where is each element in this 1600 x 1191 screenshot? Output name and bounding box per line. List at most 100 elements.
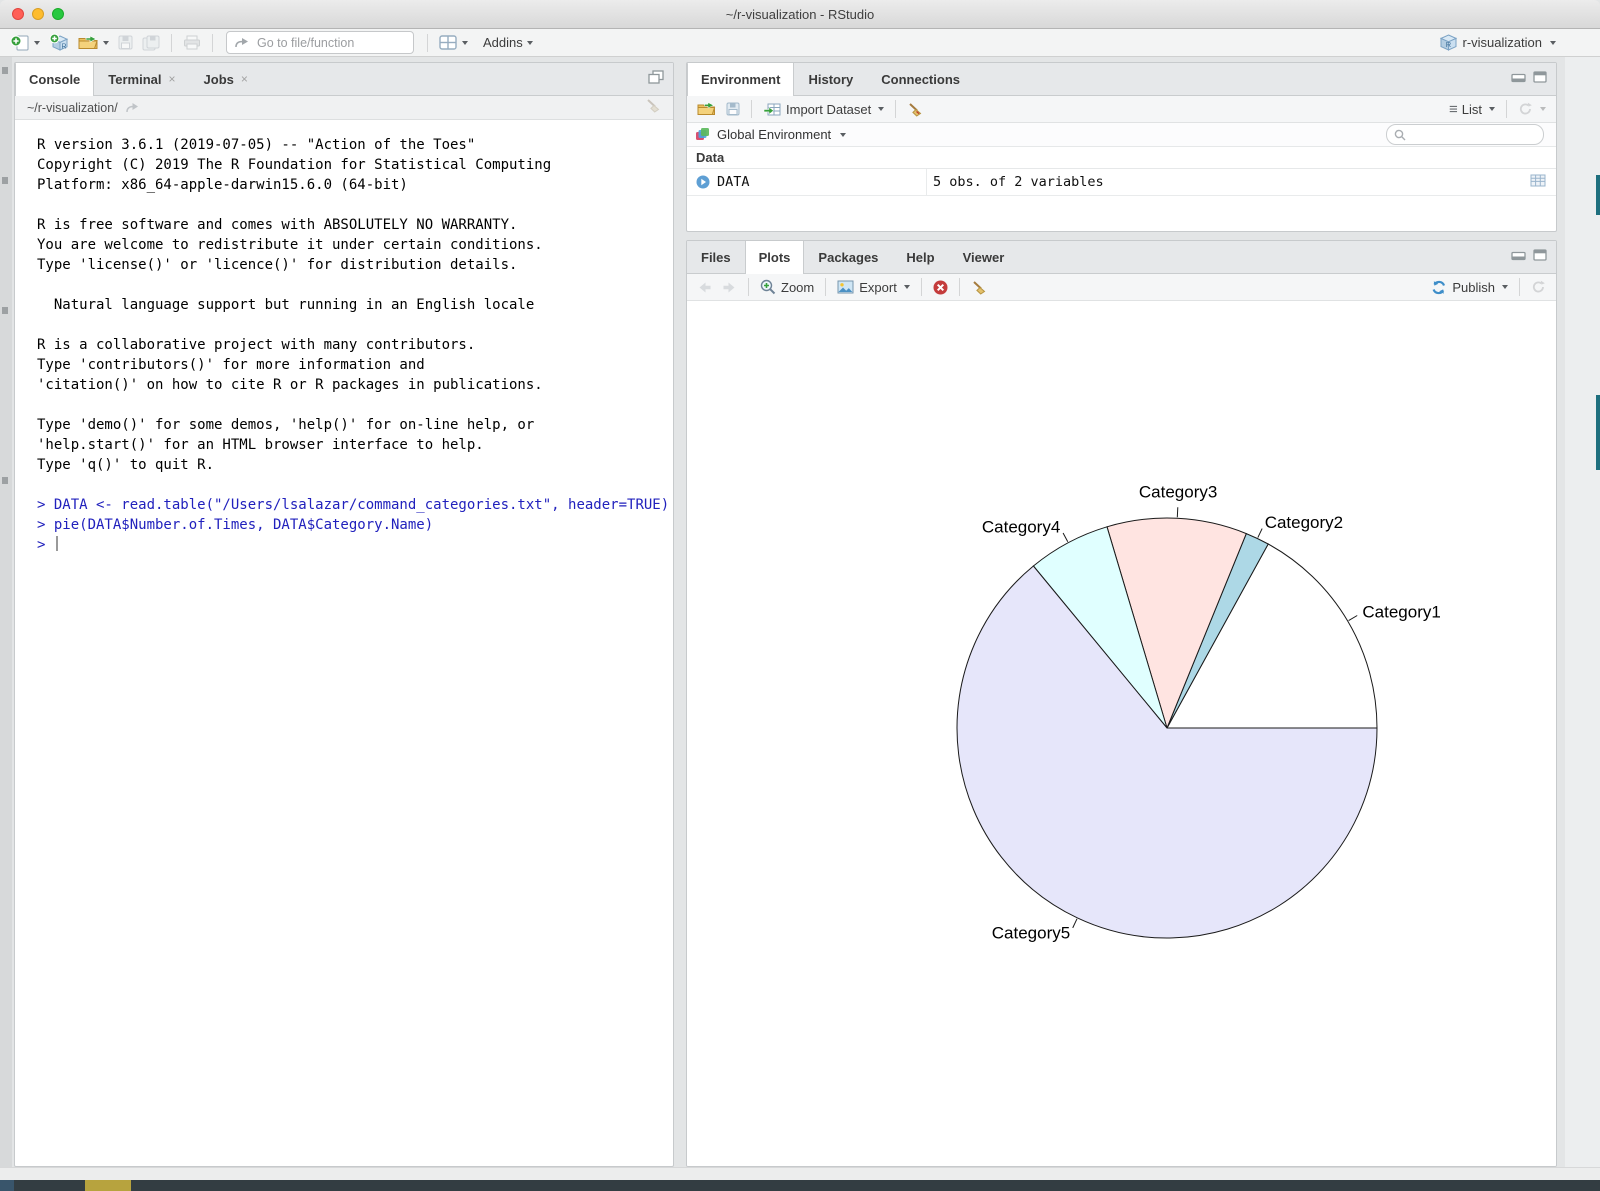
tab-connections[interactable]: Connections xyxy=(867,63,974,95)
next-plot-button[interactable] xyxy=(719,280,740,295)
window-title: ~/r-visualization - RStudio xyxy=(726,7,874,22)
minimize-pane-icon[interactable] xyxy=(1511,248,1526,266)
object-name: DATA xyxy=(717,174,750,190)
pie-label-category3: Category3 xyxy=(1139,482,1217,501)
chevron-down-icon xyxy=(878,107,884,111)
workspace-panes-button[interactable] xyxy=(437,34,470,51)
tab-label: Packages xyxy=(818,250,878,265)
close-tab-icon[interactable]: × xyxy=(169,72,176,86)
console-output-line: Type 'contributors()' for more informati… xyxy=(37,355,673,375)
console-prompt[interactable]: > xyxy=(37,535,673,555)
new-file-icon xyxy=(10,34,30,52)
new-project-button[interactable]: R xyxy=(47,32,71,53)
tab-history[interactable]: History xyxy=(794,63,867,95)
environment-object-list: DATA 5 obs. of 2 variables xyxy=(687,169,1556,196)
tab-packages[interactable]: Packages xyxy=(804,241,892,273)
panes-icon xyxy=(439,35,458,50)
restore-pane-icon[interactable] xyxy=(648,70,664,89)
toolbar-separator xyxy=(1519,278,1520,296)
pie-label-tick xyxy=(1258,529,1262,538)
console-output-line: 'citation()' on how to cite R or R packa… xyxy=(37,375,673,395)
tab-environment[interactable]: Environment xyxy=(687,63,794,96)
minimize-pane-icon[interactable] xyxy=(1511,70,1526,88)
environment-object-row[interactable]: DATA 5 obs. of 2 variables xyxy=(687,169,1556,196)
new-file-button[interactable] xyxy=(8,33,42,53)
project-cube-icon: R xyxy=(1440,34,1457,51)
environment-search-box[interactable] xyxy=(1386,124,1544,145)
print-button[interactable] xyxy=(181,34,203,51)
open-file-button[interactable] xyxy=(76,34,111,51)
chevron-down-icon xyxy=(103,41,109,45)
publish-plot-button[interactable]: Publish xyxy=(1428,279,1511,296)
close-window-icon[interactable] xyxy=(12,8,24,20)
console-output[interactable]: R version 3.6.1 (2019-07-05) -- "Action … xyxy=(15,120,673,1165)
desktop-edge-accent xyxy=(1596,175,1600,215)
goto-file-function-input[interactable] xyxy=(255,35,379,51)
console-output-line xyxy=(37,275,673,295)
goto-file-function-box[interactable] xyxy=(226,31,414,54)
export-plot-button[interactable]: Export xyxy=(834,279,913,296)
clear-console-button[interactable] xyxy=(645,98,661,118)
console-output-line: 'help.start()' for an HTML browser inter… xyxy=(37,435,673,455)
object-summary: 5 obs. of 2 variables xyxy=(927,174,1530,190)
minimize-window-icon[interactable] xyxy=(32,8,44,20)
search-icon xyxy=(1394,129,1406,141)
tab-plots[interactable]: Plots xyxy=(745,241,805,274)
view-table-button[interactable] xyxy=(1530,174,1556,191)
pie-label-category1: Category1 xyxy=(1362,602,1440,621)
broom-icon xyxy=(971,280,987,295)
chevron-down-icon[interactable] xyxy=(840,133,846,137)
environment-search-input[interactable] xyxy=(1411,127,1523,143)
tab-terminal[interactable]: Terminal× xyxy=(94,63,189,95)
console-output-line: Type 'demo()' for some demos, 'help()' f… xyxy=(37,415,673,435)
list-view-button[interactable]: ≡ List xyxy=(1446,100,1498,119)
maximize-pane-icon[interactable] xyxy=(1533,248,1547,266)
previous-plot-button[interactable] xyxy=(694,280,715,295)
console-panel: ConsoleTerminal×Jobs× ~/r-visualization/… xyxy=(14,62,674,1167)
clear-environment-button[interactable] xyxy=(904,101,926,118)
zoom-window-icon[interactable] xyxy=(52,8,64,20)
remove-plot-button[interactable] xyxy=(930,279,951,296)
chevron-down-icon xyxy=(904,285,910,289)
project-selector[interactable]: R r-visualization xyxy=(1440,34,1556,51)
scope-selector[interactable]: Global Environment xyxy=(717,127,831,142)
tab-jobs[interactable]: Jobs× xyxy=(190,63,262,95)
tab-console[interactable]: Console xyxy=(15,63,94,96)
tab-help[interactable]: Help xyxy=(892,241,948,273)
chevron-down-icon xyxy=(1540,107,1546,111)
tab-label: Plots xyxy=(759,250,791,265)
zoom-icon xyxy=(760,279,776,295)
zoom-plot-button[interactable]: Zoom xyxy=(757,278,817,296)
tab-label: History xyxy=(808,72,853,87)
object-expand-icon[interactable] xyxy=(696,175,710,189)
remove-plot-icon xyxy=(933,280,948,295)
clear-all-plots-button[interactable] xyxy=(968,279,990,296)
load-workspace-button[interactable] xyxy=(694,101,719,117)
toolbar-separator xyxy=(748,278,749,296)
plots-panel: Files Plots Packages Help Viewer Zoom Export xyxy=(686,240,1557,1167)
save-all-button[interactable] xyxy=(140,34,162,52)
console-output-line xyxy=(37,195,673,215)
import-dataset-button[interactable]: Import Dataset xyxy=(760,101,887,118)
tab-viewer[interactable]: Viewer xyxy=(949,241,1019,273)
maximize-pane-icon[interactable] xyxy=(1533,70,1547,88)
console-output-line xyxy=(37,475,673,495)
goto-directory-icon[interactable] xyxy=(125,102,139,113)
data-section-header: Data xyxy=(687,147,1556,169)
console-output-line: Copyright (C) 2019 The R Foundation for … xyxy=(37,155,673,175)
refresh-environment-button[interactable] xyxy=(1515,101,1549,117)
tab-files[interactable]: Files xyxy=(687,241,745,273)
console-output-line: R version 3.6.1 (2019-07-05) -- "Action … xyxy=(37,135,673,155)
refresh-plot-button[interactable] xyxy=(1528,279,1549,295)
save-button[interactable] xyxy=(116,34,135,51)
console-output-line: Natural language support but running in … xyxy=(37,295,673,315)
save-workspace-button[interactable] xyxy=(723,101,743,117)
close-tab-icon[interactable]: × xyxy=(241,72,248,86)
tab-label: Viewer xyxy=(963,250,1005,265)
desktop-edge-accent xyxy=(1596,395,1600,470)
toolbar-separator xyxy=(1506,100,1507,118)
addins-label: Addins xyxy=(483,35,523,50)
addins-button[interactable]: Addins xyxy=(481,34,535,51)
broom-icon xyxy=(645,98,661,113)
new-project-icon: R xyxy=(49,33,69,52)
